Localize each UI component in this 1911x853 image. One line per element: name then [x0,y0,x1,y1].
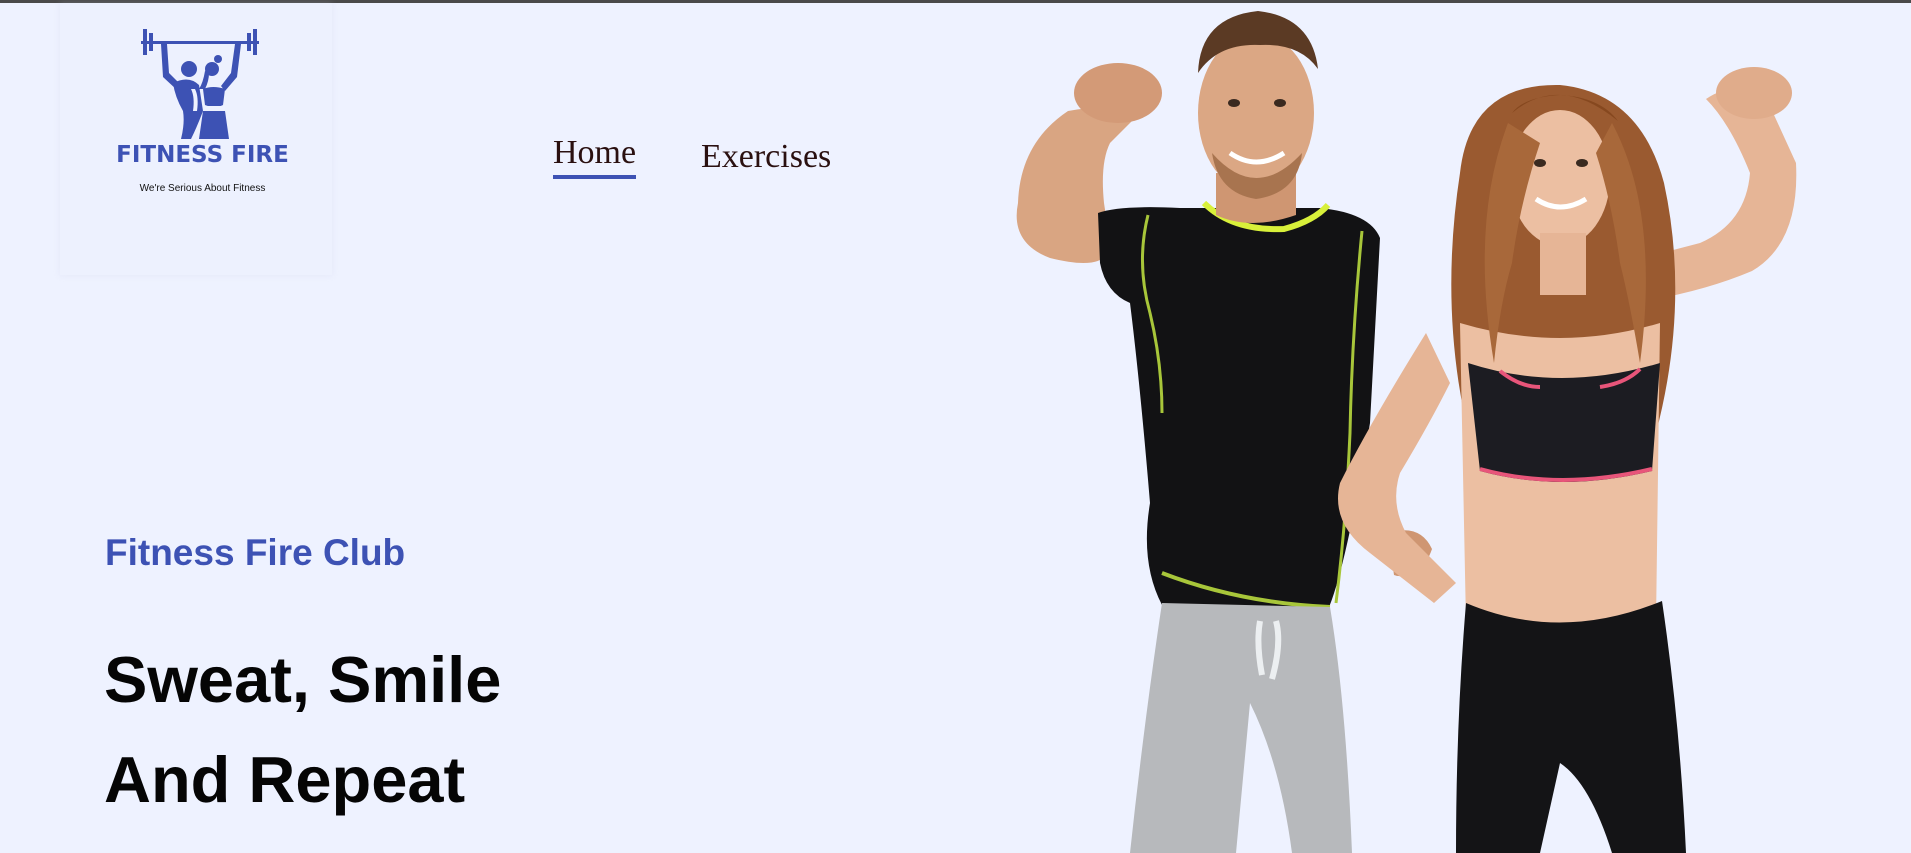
hero-headline-line-1: Sweat, Smile [104,643,502,716]
weightlifting-couple-icon[interactable] [139,27,261,143]
logo-tagline: We're Serious About Fitness [139,183,266,194]
nav-link-exercises[interactable]: Exercises [701,138,831,176]
hero-eyebrow: Fitness Fire Club [105,532,406,573]
nav-link-home[interactable]: Home [553,134,637,179]
logo-title: FITNESS FIRE [116,142,289,168]
fit-couple-flexing-photo [1016,11,1797,853]
hero-headline-line-2: And Repeat [104,743,466,816]
